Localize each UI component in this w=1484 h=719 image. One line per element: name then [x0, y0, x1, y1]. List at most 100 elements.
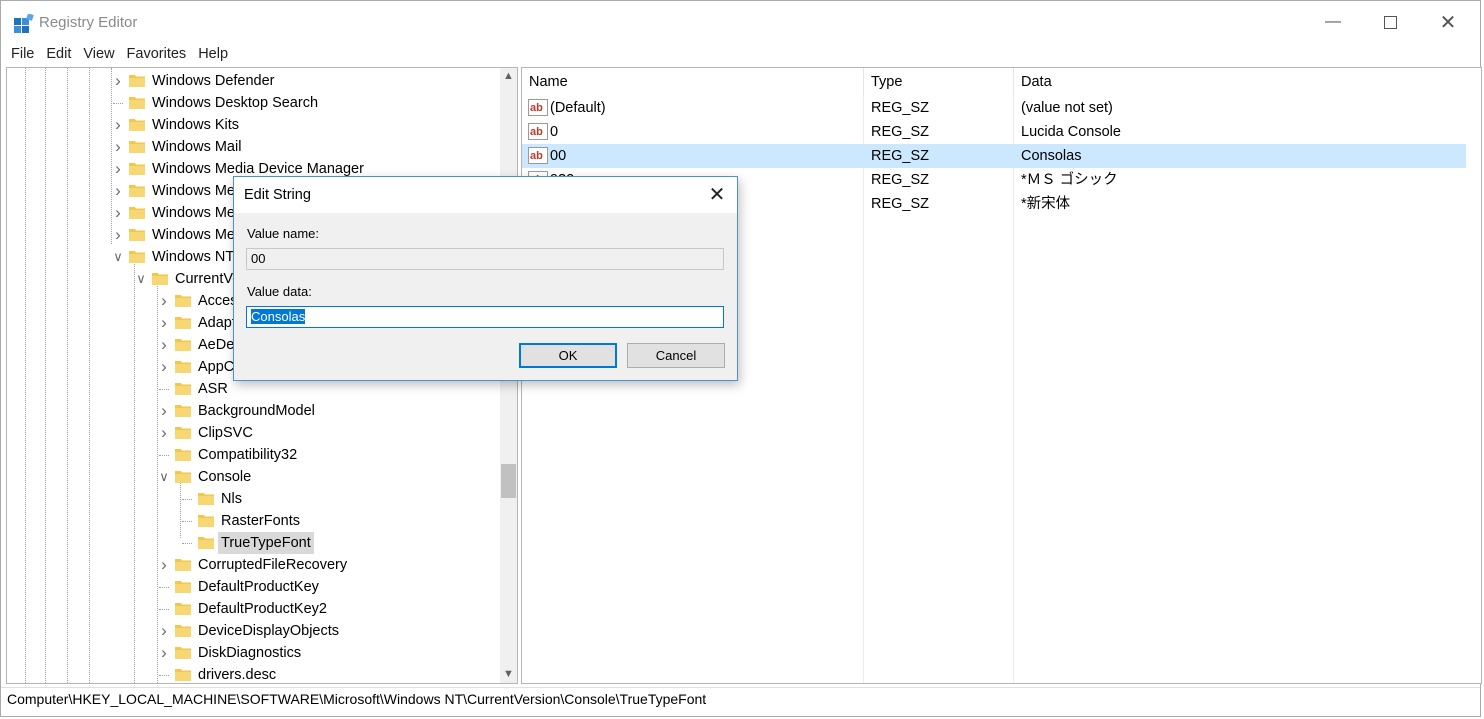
registry-editor-window: Registry Editor — ✕ File Edit View Favor…: [0, 0, 1482, 717]
tree-item-label: Windows Me: [152, 183, 235, 199]
folder-icon: [198, 515, 214, 527]
folder-icon: [175, 427, 191, 439]
menu-view[interactable]: View: [77, 43, 120, 65]
folder-icon: [175, 669, 191, 681]
cancel-button[interactable]: Cancel: [627, 343, 725, 368]
menu-help[interactable]: Help: [192, 43, 234, 65]
tree-item-label: RasterFonts: [221, 513, 300, 529]
menu-edit[interactable]: Edit: [40, 43, 77, 65]
tree-item[interactable]: RasterFonts: [7, 510, 497, 532]
tree-item[interactable]: Compatibility32: [7, 444, 497, 466]
tree-item[interactable]: › Windows Mail: [7, 136, 497, 158]
folder-icon: [175, 295, 191, 307]
tree-item[interactable]: DefaultProductKey: [7, 576, 497, 598]
minimize-button[interactable]: —: [1304, 1, 1362, 43]
tree-item-label: Windows Defender: [152, 73, 275, 89]
maximize-button[interactable]: [1361, 1, 1419, 43]
tree-guide-line: [182, 521, 192, 522]
menu-file[interactable]: File: [1, 43, 40, 65]
tree-item[interactable]: ∨ Console: [7, 466, 497, 488]
folder-icon: [175, 317, 191, 329]
tree-item[interactable]: › Windows Defender: [7, 70, 497, 92]
svg-text:ab: ab: [530, 126, 543, 138]
chevron-right-icon[interactable]: ›: [157, 422, 171, 444]
window-title: Registry Editor: [39, 14, 138, 31]
tree-guide-line: [159, 587, 169, 588]
chevron-right-icon[interactable]: ›: [111, 158, 125, 180]
folder-icon: [198, 493, 214, 505]
chevron-right-icon[interactable]: ›: [157, 334, 171, 356]
chevron-right-icon[interactable]: ›: [111, 114, 125, 136]
tree-item[interactable]: Windows Desktop Search: [7, 92, 497, 114]
value-data-selected-text: Consolas: [251, 309, 306, 324]
value-data-field[interactable]: Consolas: [246, 306, 724, 328]
dialog-title-bar[interactable]: Edit String ✕: [234, 177, 737, 213]
chevron-right-icon[interactable]: ›: [157, 312, 171, 334]
tree-item[interactable]: ASR: [7, 378, 497, 400]
tree-item[interactable]: Nls: [7, 488, 497, 510]
chevron-right-icon[interactable]: ›: [111, 180, 125, 202]
tree-item[interactable]: › CorruptedFileRecovery: [7, 554, 497, 576]
scroll-thumb[interactable]: [501, 464, 516, 498]
scroll-up-icon[interactable]: ▲: [500, 68, 517, 85]
chevron-down-icon[interactable]: ∨: [111, 246, 125, 268]
value-name-field[interactable]: 00: [246, 248, 724, 270]
chevron-right-icon[interactable]: ›: [111, 136, 125, 158]
value-name: (Default): [550, 100, 606, 116]
svg-text:ab: ab: [530, 150, 543, 162]
value-name-label: Value name:: [247, 226, 320, 241]
tree-item[interactable]: DefaultProductKey2: [7, 598, 497, 620]
string-value-icon: ab: [528, 147, 548, 164]
chevron-right-icon[interactable]: ›: [111, 224, 125, 246]
folder-icon: [129, 97, 145, 109]
tree-item-label: CorruptedFileRecovery: [198, 557, 348, 573]
tree-item[interactable]: drivers.desc: [7, 664, 497, 683]
chevron-down-icon[interactable]: ∨: [134, 268, 148, 290]
tree-item-label: AeDe: [198, 337, 235, 353]
chevron-right-icon[interactable]: ›: [157, 400, 171, 422]
folder-icon: [175, 449, 191, 461]
column-type-header[interactable]: Type: [864, 68, 1014, 96]
tree-item[interactable]: › Windows Kits: [7, 114, 497, 136]
tree-item[interactable]: › DeviceDisplayObjects: [7, 620, 497, 642]
folder-icon: [129, 141, 145, 153]
folder-icon: [152, 273, 168, 285]
tree-item[interactable]: › BackgroundModel: [7, 400, 497, 422]
tree-item[interactable]: TrueTypeFont: [7, 532, 497, 554]
close-button[interactable]: ✕: [1419, 1, 1477, 43]
tree-item-label: Compatibility32: [198, 447, 298, 463]
chevron-right-icon[interactable]: ›: [111, 202, 125, 224]
folder-icon: [198, 537, 214, 549]
chevron-right-icon[interactable]: ›: [111, 70, 125, 92]
value-data: Consolas: [1021, 148, 1082, 164]
chevron-right-icon[interactable]: ›: [157, 642, 171, 664]
tree-guide-line: [159, 455, 169, 456]
tree-guide-line: [159, 675, 169, 676]
dialog-close-icon[interactable]: ✕: [703, 181, 731, 209]
ok-button[interactable]: OK: [519, 343, 617, 368]
dialog-title: Edit String: [244, 187, 311, 203]
value-row[interactable]: ab 00 REG_SZ Consolas: [522, 144, 1466, 168]
chevron-down-icon[interactable]: ∨: [157, 466, 171, 488]
chevron-right-icon[interactable]: ›: [157, 620, 171, 642]
chevron-right-icon[interactable]: ›: [157, 554, 171, 576]
tree-item-label: DeviceDisplayObjects: [198, 623, 340, 639]
string-value-icon: ab: [528, 99, 548, 116]
chevron-right-icon[interactable]: ›: [157, 290, 171, 312]
value-row[interactable]: ab 0 REG_SZ Lucida Console: [522, 120, 1466, 144]
tree-item[interactable]: › DiskDiagnostics: [7, 642, 497, 664]
scroll-down-icon[interactable]: ▼: [500, 666, 517, 683]
column-data-header[interactable]: Data: [1014, 68, 1466, 96]
tree-guide-line: [159, 389, 169, 390]
value-type: REG_SZ: [871, 172, 930, 188]
menu-favorites[interactable]: Favorites: [121, 43, 193, 65]
column-name-header[interactable]: Name: [522, 68, 864, 96]
chevron-right-icon[interactable]: ›: [157, 356, 171, 378]
tree-item-label: DefaultProductKey2: [198, 601, 327, 617]
folder-icon: [175, 647, 191, 659]
folder-icon: [129, 229, 145, 241]
value-data: *ＭＳ ゴシック: [1021, 172, 1118, 188]
value-row[interactable]: ab (Default) REG_SZ (value not set): [522, 96, 1466, 120]
title-bar[interactable]: Registry Editor — ✕: [1, 1, 1480, 43]
tree-item[interactable]: › ClipSVC: [7, 422, 497, 444]
